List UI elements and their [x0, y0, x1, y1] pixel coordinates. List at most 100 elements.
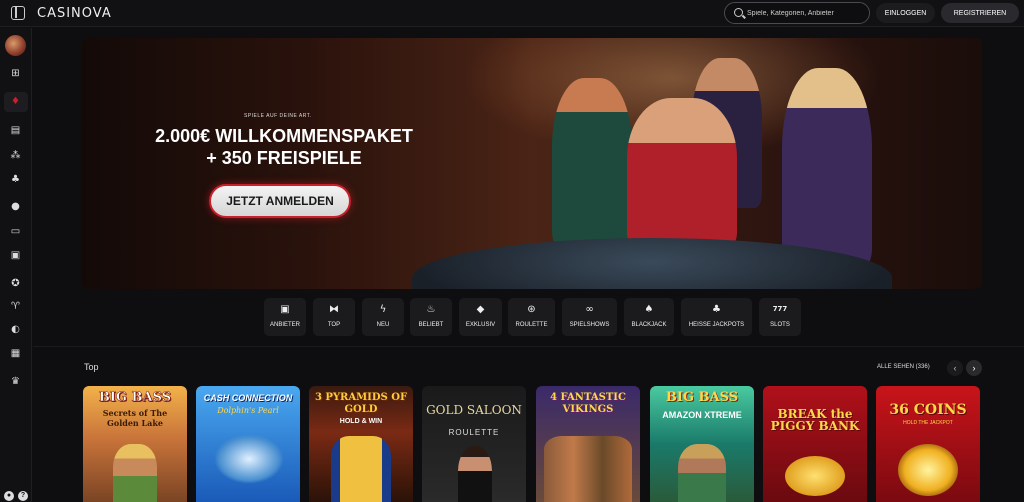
section-divider	[33, 346, 1024, 347]
category-hot-jackpots[interactable]: ♣ HEISSE JACKPOTS	[681, 298, 752, 336]
store-icon[interactable]: ▦	[10, 348, 21, 359]
game-title: 36 COINS	[889, 402, 967, 418]
category-label: HEISSE JACKPOTS	[688, 322, 745, 328]
jackpot-icon: ♣	[712, 304, 721, 315]
category-label: BELIEBT	[418, 322, 444, 328]
chevron-left-icon: ‹	[953, 363, 957, 373]
game-title: CASH CONNECTION	[203, 393, 293, 403]
hero-kicker: SPIELE AUF DEINE ART.	[244, 113, 312, 119]
dice-icon[interactable]: ⁂	[10, 150, 21, 161]
game-subtitle: HOLD & WIN	[339, 418, 383, 425]
signup-cta-button[interactable]: JETZT ANMELDEN	[209, 184, 351, 218]
mask-icon: ∞	[585, 304, 594, 315]
category-blackjack[interactable]: ♠ BLACKJACK	[624, 298, 674, 336]
chevron-right-icon: ›	[972, 363, 976, 373]
language-icon[interactable]: ●	[4, 491, 14, 501]
crown-icon: ⧓	[329, 304, 339, 315]
flame-icon: ♨	[426, 304, 436, 315]
section-title: Top	[84, 362, 99, 372]
provider-icon: ▣	[280, 304, 290, 315]
see-all-link[interactable]: ALLE SEHEN (336)	[877, 364, 930, 370]
woman-green-dress-figure	[552, 78, 632, 248]
dolphin-art	[214, 434, 284, 484]
game-tile[interactable]: CASH CONNECTION Dolphin's Pearl	[196, 386, 300, 502]
game-tile[interactable]: 36 COINS HOLD THE JACKPOT	[876, 386, 980, 502]
game-subtitle: AMAZON XTREME	[662, 410, 742, 420]
game-title: BIG BASS	[98, 390, 172, 405]
pacman-icon[interactable]: ◐	[10, 324, 21, 335]
gift-icon[interactable]: ⊞	[10, 68, 21, 79]
category-popular[interactable]: ♨ BELIEBT	[410, 298, 452, 336]
bolt-icon: ϟ	[379, 304, 387, 315]
avatar[interactable]	[5, 35, 26, 56]
logo[interactable]: CASINOVA	[37, 6, 112, 21]
man-red-jacket-figure	[627, 98, 737, 248]
category-label: SLOTS	[770, 322, 790, 328]
game-subtitle: Dolphin's Pearl	[217, 406, 279, 415]
category-roulette[interactable]: ⊛ ROULETTE	[508, 298, 555, 336]
game-subtitle: ROULETTE	[448, 428, 500, 437]
diamond-icon: ◆	[476, 304, 485, 315]
category-provider[interactable]: ▣ ANBIETER	[264, 298, 306, 336]
cards-icon: ♠	[644, 304, 654, 315]
crown-icon[interactable]: ♛	[10, 376, 21, 387]
game-tile[interactable]: 3 PYRAMIDS OF GOLD HOLD & WIN	[309, 386, 413, 502]
explorer-art	[678, 444, 726, 502]
category-label: SPIELSHOWS	[569, 322, 610, 328]
category-label: NEU	[376, 322, 390, 328]
game-title: 4 FANTASTIC VIKINGS	[550, 392, 626, 415]
top-bar: CASINOVA EINLOGGEN REGISTRIEREN	[0, 0, 1024, 27]
category-label: EXKLUSIV	[465, 322, 496, 328]
category-label: TOP	[327, 322, 341, 328]
game-tile[interactable]: BREAK the PIGGY BANK	[763, 386, 867, 502]
game-subtitle: HOLD THE JACKPOT	[903, 420, 953, 426]
trophy-icon[interactable]: ✪	[10, 278, 21, 289]
slot-machine-icon[interactable]: ▤	[10, 125, 21, 136]
hero-title: 2.000€ WILLKOMMENSPAKET + 350 FREISPIELE	[134, 125, 434, 169]
next-button[interactable]: ›	[966, 360, 982, 376]
game-title: 3 PYRAMIDS OF GOLD	[314, 392, 408, 415]
game-tile[interactable]: 4 FANTASTIC VIKINGS	[536, 386, 640, 502]
category-label: ROULETTE	[515, 322, 548, 328]
search-input[interactable]	[747, 6, 865, 20]
tv-icon[interactable]: ▣	[10, 250, 21, 261]
dealer-art	[458, 446, 492, 502]
sidebar-toggle-icon[interactable]	[11, 6, 25, 20]
prev-button[interactable]: ‹	[947, 360, 963, 376]
fisherman-king-art	[113, 444, 157, 502]
game-tile[interactable]: GOLD SALOON ROULETTE	[422, 386, 526, 502]
category-label: ANBIETER	[269, 322, 300, 328]
search-box[interactable]	[724, 2, 870, 24]
help-icon[interactable]: ?	[18, 491, 28, 501]
game-tile[interactable]: BIG BASS AMAZON XTREME	[650, 386, 754, 502]
hero-title-line1: 2.000€ WILLKOMMENSPAKET	[155, 126, 413, 146]
gold-coin-art	[898, 444, 958, 496]
casino-chip-icon[interactable]: ♦	[10, 96, 21, 107]
category-new[interactable]: ϟ NEU	[362, 298, 404, 336]
category-top[interactable]: ⧓ TOP	[313, 298, 355, 336]
category-label: BLACKJACK	[631, 322, 667, 328]
login-button[interactable]: EINLOGGEN	[876, 3, 935, 23]
slots-icon: 777	[772, 305, 788, 313]
category-exclusive[interactable]: ◆ EXKLUSIV	[459, 298, 502, 336]
game-title: GOLD SALOON	[426, 403, 522, 417]
clover-icon[interactable]: ♣	[10, 174, 21, 185]
pharaoh-art	[331, 436, 391, 502]
live-icon[interactable]: ▭	[10, 226, 21, 237]
left-sidebar: ⊞ ♦ ▤ ⁂ ♣ ● ▭ ▣ ✪ ♈ ◐ ▦ ♛ ● ?	[0, 28, 32, 502]
woman-purple-dress-figure	[782, 68, 872, 268]
vikings-art	[544, 436, 632, 502]
hero-banner[interactable]: SPIELE AUF DEINE ART. 2.000€ WILLKOMMENS…	[82, 38, 982, 289]
search-icon	[734, 8, 743, 17]
category-gameshows[interactable]: ∞ SPIELSHOWS	[562, 298, 617, 336]
category-slots[interactable]: 777 SLOTS	[759, 298, 801, 336]
piggy-bank-art	[785, 456, 845, 496]
game-tile[interactable]: BIG BASS Secrets of The Golden Lake	[83, 386, 187, 502]
roulette-icon: ⊛	[527, 304, 536, 315]
register-button[interactable]: REGISTRIEREN	[941, 3, 1019, 23]
game-title: BREAK the PIGGY BANK	[770, 407, 860, 433]
game-subtitle: Secrets of The Golden Lake	[102, 408, 168, 428]
cup-icon[interactable]: ♈	[10, 301, 21, 312]
football-icon[interactable]: ●	[10, 201, 21, 212]
hero-title-line2: + 350 FREISPIELE	[206, 148, 362, 168]
